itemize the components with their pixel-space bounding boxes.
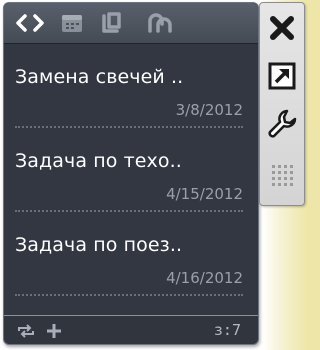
gadget-toolbar [4, 3, 258, 44]
calendar-icon[interactable] [60, 12, 84, 34]
options-wrench-icon[interactable] [265, 107, 299, 141]
gadget-side-panel [259, 2, 305, 206]
sync-icon[interactable] [16, 322, 36, 340]
code-icon[interactable] [15, 12, 45, 34]
task-date: 3/8/2012 [175, 101, 243, 119]
task-count: з:7 [213, 321, 241, 339]
task-title: Задача по поез.. [15, 234, 183, 256]
task-item[interactable]: Задача по техо.. 4/15/2012 [4, 128, 258, 212]
dotted-divider [15, 294, 243, 296]
link-icon[interactable] [144, 12, 176, 34]
task-list: Замена свечей .. 3/8/2012 Задача по техо… [4, 44, 258, 296]
task-item[interactable]: Задача по поез.. 4/16/2012 [4, 212, 258, 296]
close-icon[interactable] [265, 11, 299, 45]
add-icon[interactable] [45, 322, 63, 340]
task-title: Замена свечей .. [15, 66, 184, 88]
task-title: Задача по техо.. [15, 150, 182, 172]
copy-icon[interactable] [99, 12, 125, 34]
task-date: 4/16/2012 [166, 269, 243, 287]
gadget-footer: з:7 [4, 316, 258, 344]
drag-grip-icon[interactable] [265, 159, 299, 193]
tasks-gadget: Замена свечей .. 3/8/2012 Задача по техо… [3, 2, 259, 345]
task-date: 4/15/2012 [166, 185, 243, 203]
undock-icon[interactable] [265, 59, 299, 93]
task-item[interactable]: Замена свечей .. 3/8/2012 [4, 44, 258, 128]
